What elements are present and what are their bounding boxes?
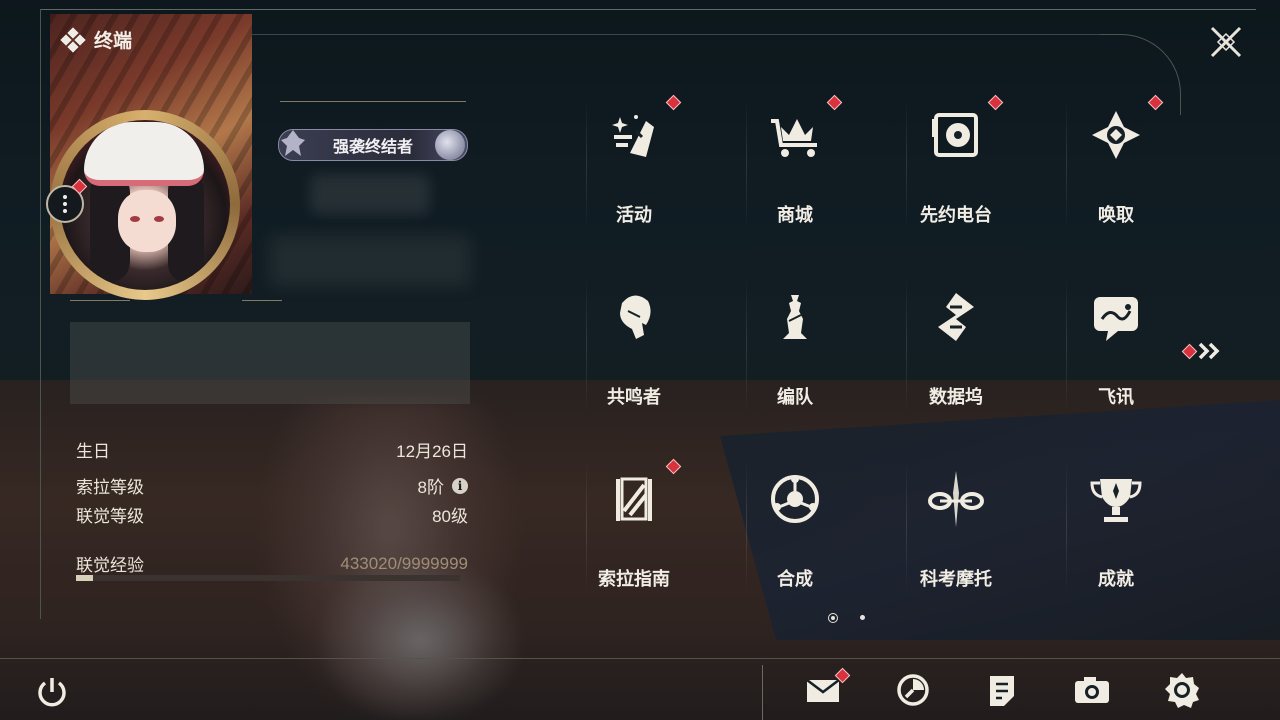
- menu-item-label: 成就: [1098, 569, 1134, 589]
- exp-progress-bar: [76, 575, 460, 581]
- bottom-bar-divider: [762, 665, 763, 720]
- player-name-obscured: [310, 174, 430, 214]
- settings-button[interactable]: [1162, 670, 1202, 710]
- exp-progress-fill: [76, 575, 93, 581]
- clock-icon: [897, 674, 929, 706]
- menu-item-achievement[interactable]: 成就: [1046, 459, 1186, 619]
- terminal-icon: [60, 26, 86, 53]
- menu-item-label: 唤取: [1098, 205, 1134, 225]
- menu-item-team[interactable]: 编队: [725, 277, 865, 437]
- title-badge-emblem-icon: [281, 130, 305, 156]
- notification-badge: [826, 94, 843, 111]
- menu-item-label: 科考摩托: [920, 569, 992, 589]
- page-indicator-active[interactable]: [828, 613, 838, 623]
- camera-icon: [1075, 677, 1109, 703]
- stat-label: 生日: [76, 442, 110, 461]
- frame-line-left: [40, 9, 41, 619]
- stat-value: 8阶: [417, 478, 444, 497]
- stat-value: 12月26日: [396, 442, 468, 461]
- summon-compass-icon: [1092, 111, 1140, 159]
- menu-item-label: 商城: [777, 205, 813, 225]
- divider: [242, 300, 282, 301]
- stat-label: 索拉等级: [76, 478, 144, 497]
- stat-label: 联觉经验: [76, 556, 144, 575]
- title-badge-orb-icon: [435, 130, 465, 160]
- menu-item-shop[interactable]: 商城: [725, 94, 865, 255]
- frame-line-inner: [252, 34, 1112, 35]
- menu-item-summon[interactable]: 唤取: [1046, 94, 1186, 255]
- message-chat-icon: [1094, 297, 1138, 341]
- menu-item-label: 编队: [777, 387, 813, 407]
- frame-line-top: [40, 9, 1256, 10]
- data-dock-icon: [938, 293, 974, 341]
- menu-item-label: 索拉指南: [598, 569, 670, 589]
- notification-badge: [1181, 343, 1198, 360]
- camera-button[interactable]: [1072, 670, 1112, 710]
- stat-value: 433020/9999999: [340, 553, 468, 573]
- stat-union-level: 联觉等级 80级: [76, 502, 468, 527]
- team-chess-icon: [783, 295, 807, 339]
- resonator-portrait-icon: [620, 295, 651, 339]
- event-icon: [612, 115, 654, 157]
- divider: [280, 101, 466, 102]
- radio-turntable-icon: [932, 113, 978, 157]
- notes-button[interactable]: [982, 670, 1022, 710]
- player-title-text: 强袭终结者: [332, 139, 413, 156]
- avatar[interactable]: [60, 120, 230, 290]
- next-page-button[interactable]: [1180, 338, 1230, 364]
- double-chevron-right-icon: [1198, 342, 1220, 360]
- menu-item-label: 活动: [616, 205, 652, 225]
- activity-log-button[interactable]: [893, 670, 933, 710]
- page-title: 终端: [94, 31, 133, 52]
- menu-item-label: 先约电台: [920, 205, 992, 225]
- menu-item-label: 合成: [777, 569, 813, 589]
- mail-button[interactable]: [803, 667, 851, 710]
- menu-item-radio[interactable]: 先约电台: [886, 94, 1026, 255]
- shop-crown-cart-icon: [771, 119, 817, 157]
- menu-item-guide[interactable]: 索拉指南: [564, 458, 704, 619]
- notification-badge: [1147, 94, 1164, 111]
- stat-birthday: 生日 12月26日: [76, 437, 468, 462]
- guide-book-icon: [616, 477, 652, 521]
- stat-union-exp: 联觉经验 433020/9999999: [76, 551, 468, 576]
- notification-badge: [665, 94, 682, 111]
- menu-item-resonator[interactable]: 共鸣者: [564, 277, 704, 437]
- stat-value: 80级: [432, 507, 468, 526]
- player-title-badge[interactable]: 强袭终结者: [278, 129, 468, 161]
- settings-gear-icon: [1165, 673, 1199, 708]
- notification-badge: [987, 94, 1004, 111]
- synthesis-icon: [771, 475, 819, 523]
- player-id-obscured: [270, 236, 470, 286]
- menu-item-message[interactable]: 飞讯: [1046, 277, 1186, 437]
- motorbike-icon: [928, 471, 984, 527]
- notification-badge: [665, 458, 682, 475]
- menu-item-data-dock[interactable]: 数据坞: [886, 277, 1026, 437]
- trophy-icon: [1090, 479, 1142, 522]
- player-signature-obscured[interactable]: [70, 322, 470, 404]
- page-header: 终端: [60, 26, 133, 53]
- menu-item-event[interactable]: 活动: [564, 94, 704, 255]
- power-icon[interactable]: [34, 674, 70, 710]
- menu-item-label: 数据坞: [929, 387, 983, 407]
- info-icon[interactable]: i: [452, 477, 468, 494]
- menu-item-label: 共鸣者: [607, 387, 661, 407]
- close-icon[interactable]: [1206, 22, 1246, 62]
- frame-line-bottom: [0, 658, 1280, 659]
- page-indicator[interactable]: [860, 615, 865, 620]
- menu-item-synthesis[interactable]: 合成: [725, 459, 865, 619]
- stat-label: 联觉等级: [76, 507, 144, 526]
- divider: [70, 300, 130, 301]
- menu-item-motorbike[interactable]: 科考摩托: [886, 459, 1026, 619]
- stat-sola-level: 索拉等级 8阶 i: [76, 473, 468, 498]
- notes-icon: [990, 676, 1014, 706]
- menu-item-label: 飞讯: [1098, 387, 1134, 407]
